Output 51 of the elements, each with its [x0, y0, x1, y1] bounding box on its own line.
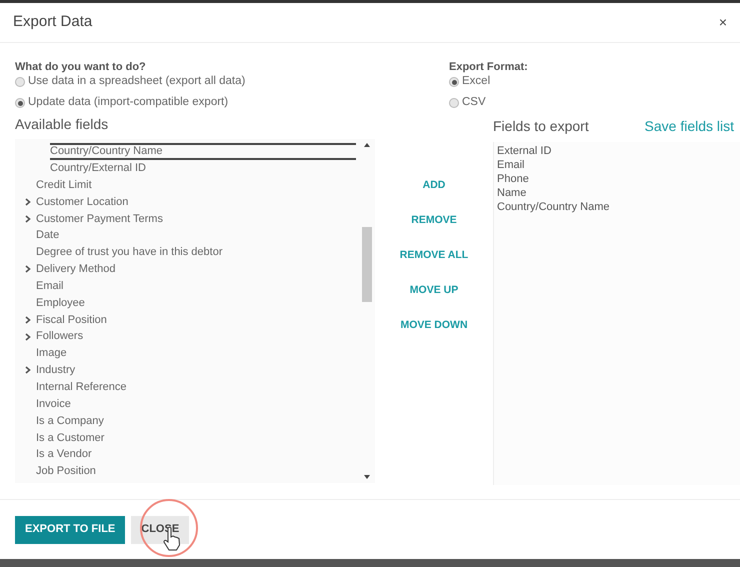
export-field-item[interactable]: Country/Country Name: [497, 200, 740, 214]
action-button[interactable]: REMOVE ALL: [400, 247, 468, 263]
format-label: Export Format:: [449, 61, 529, 74]
option-label: Update data (import-compatible export): [28, 95, 228, 110]
action-button[interactable]: MOVE UP: [410, 282, 458, 298]
radio-button[interactable]: [449, 77, 459, 87]
field-item[interactable]: Job Position: [15, 463, 360, 480]
field-item[interactable]: Fiscal Position: [15, 311, 360, 328]
export-field-item[interactable]: Email: [497, 158, 740, 172]
field-item[interactable]: Employee: [15, 294, 360, 312]
scroll-thumb[interactable]: [362, 227, 372, 302]
action-button[interactable]: MOVE DOWN: [400, 317, 468, 333]
field-item[interactable]: Is a Customer: [15, 429, 360, 446]
action-button[interactable]: ADD: [422, 177, 446, 193]
option-label: Use data in a spreadsheet (export all data): [28, 74, 246, 90]
export-field-item[interactable]: External ID: [497, 144, 740, 158]
chevron-right-icon[interactable]: [24, 265, 30, 274]
format-option-label: CSV: [462, 95, 486, 110]
field-item[interactable]: Country/External ID: [50, 160, 360, 177]
field-item[interactable]: Email: [15, 278, 360, 295]
chevron-right-icon[interactable]: [24, 366, 30, 374]
export-button[interactable]: EXPORT TO FILE: [15, 516, 126, 544]
action-button[interactable]: REMOVE: [411, 212, 457, 228]
export-field-item[interactable]: Phone: [497, 172, 740, 186]
field-item[interactable]: Image: [15, 345, 360, 362]
radio-button[interactable]: [15, 77, 25, 87]
field-item[interactable]: Is a Vendor: [15, 446, 360, 464]
format-option-label: Excel: [462, 74, 490, 90]
field-item[interactable]: Invoice: [15, 396, 360, 412]
radio-button[interactable]: [449, 98, 459, 108]
available-fields-heading: Available fields: [15, 115, 110, 134]
scroll-up-icon[interactable]: [364, 143, 370, 147]
field-item[interactable]: Internal Reference: [15, 378, 360, 396]
field-item[interactable]: Delivery Method: [15, 260, 360, 278]
radio-button[interactable]: [15, 98, 25, 108]
scroll-down-icon[interactable]: [364, 475, 370, 479]
fields-to-export-heading: Fields to export: [493, 117, 589, 136]
field-item[interactable]: Date: [15, 227, 360, 244]
close-button[interactable]: ×: [718, 12, 727, 33]
field-item[interactable]: Country/Country Name: [50, 143, 356, 160]
dialog-title: Export Data: [13, 12, 92, 32]
export-field-item[interactable]: Name: [497, 186, 740, 200]
field-item[interactable]: Customer Location: [15, 194, 360, 210]
field-item[interactable]: Degree of trust you have in this debtor: [15, 244, 360, 261]
question-label: What do you want to do?: [15, 61, 147, 74]
field-item[interactable]: Credit Limit: [15, 176, 360, 194]
field-item[interactable]: Is a Company: [15, 412, 360, 430]
field-item[interactable]: Industry: [15, 362, 360, 379]
field-item[interactable]: Followers: [15, 328, 360, 346]
save-fields-list-link[interactable]: Save fields list: [644, 116, 734, 137]
field-item[interactable]: Customer Payment Terms: [15, 210, 360, 228]
